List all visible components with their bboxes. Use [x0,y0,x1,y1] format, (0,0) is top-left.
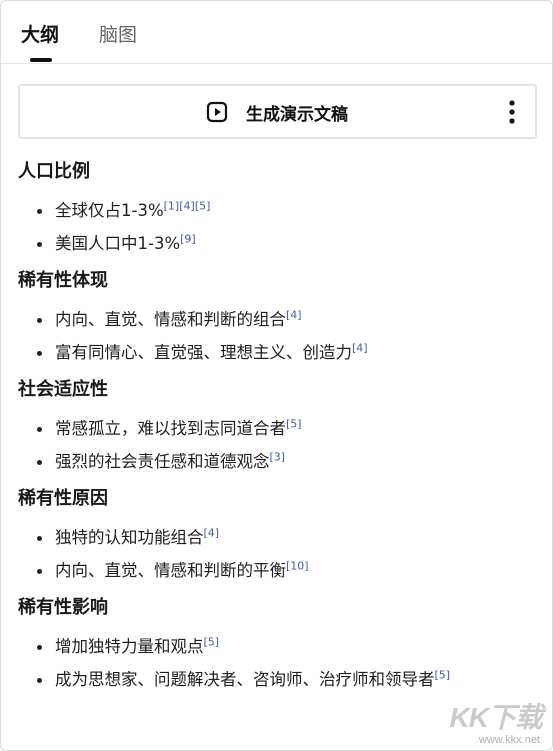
section-title: 稀有性体现 [18,270,108,291]
list-item-text: 内向、直觉、情感和判断的组合 [55,310,286,329]
outline-panel: 大纲 脑图 生成演示文稿 人口比例 全球仅占1-3%[1][4][5] 美国人口中1… [0,0,553,751]
citation-link[interactable]: [4] [179,200,195,213]
section-item-list: 全球仅占1-3%[1][4][5] 美国人口中1-3%[9] [18,199,542,256]
outline-section: 稀有性原因独特的认知功能组合[4] 内向、直觉、情感和判断的平衡[10] [18,486,542,583]
section-item-list: 常感孤立，难以找到志同道合者[5] 强烈的社会责任感和道德观念[3] [18,417,542,474]
active-tab-indicator [30,58,52,62]
list-item: 富有同情心、直觉强、理想主义、创造力[4] [18,341,542,365]
list-item: 成为思想家、问题解决者、咨询师、治疗师和领导者[5] [18,668,542,692]
outline-section: 人口比例全球仅占1-3%[1][4][5] 美国人口中1-3%[9] [18,159,542,256]
citation-link[interactable]: [1] [164,200,180,213]
section-title: 稀有性影响 [18,597,108,618]
outline-content: 人口比例 全球仅占1-3%[1][4][5] 美国人口中1-3%[9] 稀有性体现 内向… [18,159,542,704]
list-item: 常感孤立，难以找到志同道合者[5] [18,417,542,441]
outline-section: 稀有性影响 增加独特力量和观点[5] 成为思想家、问题解决者、咨询师、治疗师和领导者… [18,595,542,692]
list-item: 美国人口中1-3%[9] [18,232,542,256]
section-title: 人口比例 [18,161,90,182]
section-title: 稀有性原因 [18,488,108,509]
more-vertical-icon[interactable] [509,99,515,125]
list-item-text: 常感孤立，难以找到志同道合者 [55,419,286,438]
section-title: 社会适应性 [18,379,108,400]
section-item-list: 独特的认知功能组合[4] 内向、直觉、情感和判断的平衡[10] [18,526,542,583]
play-icon [206,101,228,123]
tab-mindmap[interactable]: 脑图 [99,23,137,47]
section-item-list: 内向、直觉、情感和判断的组合[4] 富有同情心、直觉强、理想主义、创造力[4] [18,308,542,365]
citation-link[interactable]: [5] [435,669,451,682]
list-item: 全球仅占1-3%[1][4][5] [18,199,542,223]
citation-link[interactable]: [9] [180,233,196,246]
tab-bar: 大纲 脑图 [1,1,552,64]
citation-link[interactable]: [4] [352,342,368,355]
outline-section: 社会适应性常感孤立，难以找到志同道合者[5] 强烈的社会责任感和道德观念[3] [18,377,542,474]
citation-link[interactable]: [10] [286,560,309,573]
list-item-text: 独特的认知功能组合 [55,528,204,547]
citation-link[interactable]: [4] [204,527,220,540]
list-item: 独特的认知功能组合[4] [18,526,542,550]
citation-link[interactable]: [5] [195,200,211,213]
list-item-text: 强烈的社会责任感和道德观念 [55,452,270,471]
generate-presentation-button[interactable]: 生成演示文稿 [18,84,537,139]
list-item: 内向、直觉、情感和判断的组合[4] [18,308,542,332]
outline-section: 稀有性体现 内向、直觉、情感和判断的组合[4] 富有同情心、直觉强、理想主义、创造力… [18,268,542,365]
list-item: 强烈的社会责任感和道德观念[3] [18,450,542,474]
citation-link[interactable]: [4] [286,309,302,322]
tab-outline[interactable]: 大纲 [21,23,59,47]
generate-presentation-content: 生成演示文稿 [206,99,348,125]
section-item-list: 增加独特力量和观点[5] 成为思想家、问题解决者、咨询师、治疗师和领导者[5] [18,635,542,692]
list-item-text: 成为思想家、问题解决者、咨询师、治疗师和领导者 [55,670,435,689]
list-item: 内向、直觉、情感和判断的平衡[10] [18,559,542,583]
generate-presentation-label: 生成演示文稿 [246,104,348,125]
list-item-text: 富有同情心、直觉强、理想主义、创造力 [55,343,352,362]
citation-link[interactable]: [3] [270,451,286,464]
list-item: 增加独特力量和观点[5] [18,635,542,659]
citation-link[interactable]: [5] [204,636,220,649]
list-item-text: 全球仅占1-3% [55,201,164,220]
list-item-text: 增加独特力量和观点 [55,637,204,656]
watermark-url: www.kkx.net [478,734,540,746]
citation-link[interactable]: [5] [286,418,302,431]
list-item-text: 美国人口中1-3% [55,234,181,253]
list-item-text: 内向、直觉、情感和判断的平衡 [55,561,286,580]
